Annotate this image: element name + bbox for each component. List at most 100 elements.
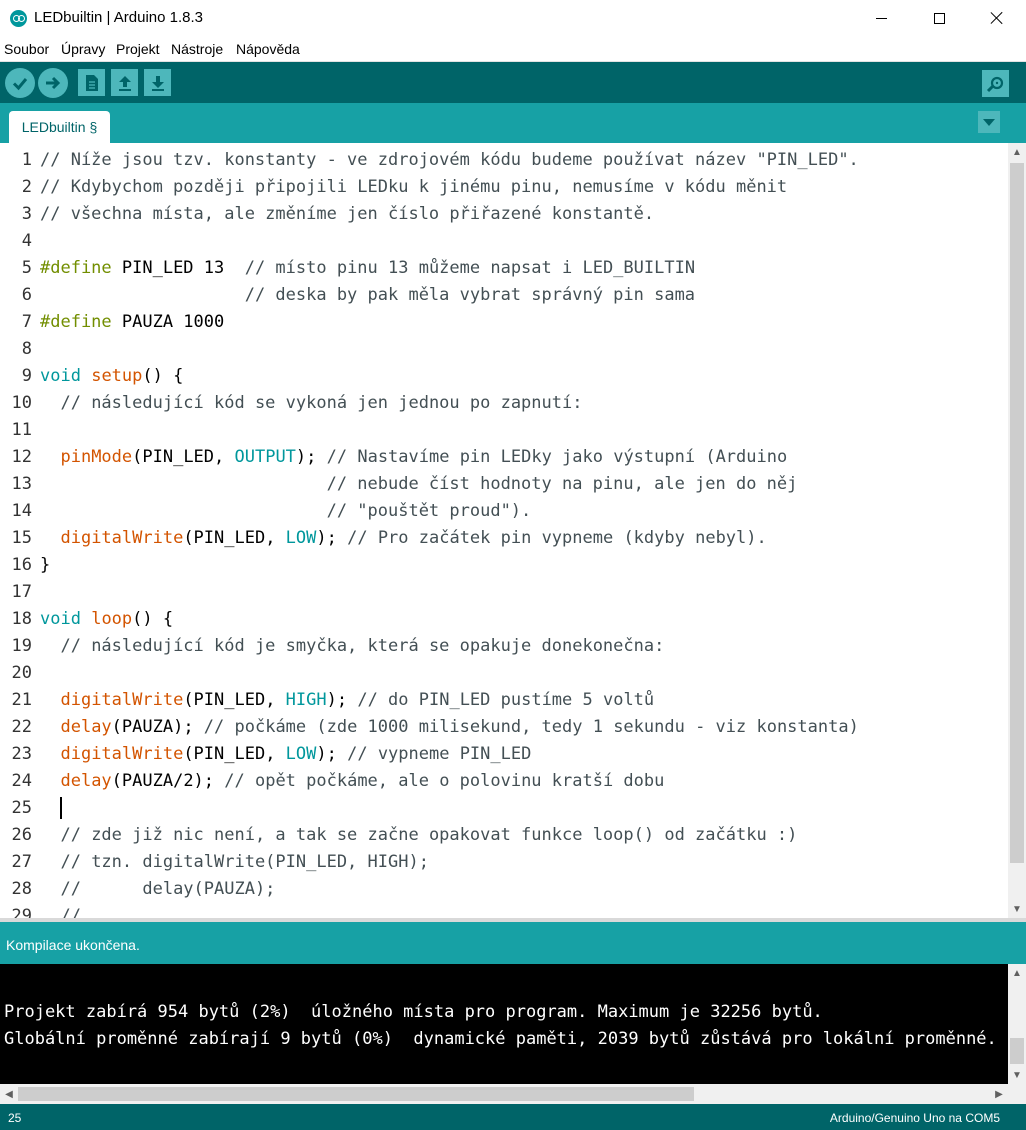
- code-line: // Kdybychom později připojili LEDku k j…: [40, 174, 1008, 201]
- tab-menu-button[interactable]: [978, 111, 1000, 133]
- code-token: (PIN_LED,: [183, 528, 286, 548]
- open-button[interactable]: [111, 69, 138, 96]
- scroll-thumb[interactable]: [18, 1087, 694, 1101]
- verify-button[interactable]: [5, 68, 35, 98]
- code-line: delay(PAUZA/2); // opět počkáme, ale o p…: [40, 768, 1008, 795]
- line-number: 21: [11, 690, 32, 710]
- console-horizontal-scrollbar[interactable]: ◀ ▶: [0, 1084, 1008, 1104]
- code-token: digitalWrite: [60, 528, 184, 548]
- code-token: (PAUZA/2);: [111, 771, 225, 791]
- code-line: #define PIN_LED 13 // místo pinu 13 může…: [40, 255, 1008, 282]
- line-number: 23: [11, 744, 32, 764]
- scroll-thumb[interactable]: [1010, 163, 1024, 863]
- code-line: //: [40, 903, 1008, 918]
- new-button[interactable]: [78, 69, 105, 96]
- scroll-up-icon[interactable]: ▲: [1008, 964, 1026, 982]
- code-token: );: [316, 528, 348, 548]
- bottom-status-bar: 25 Arduino/Genuino Uno na COM5: [0, 1104, 1026, 1130]
- scroll-left-icon[interactable]: ◀: [0, 1084, 18, 1104]
- line-number: 13: [11, 474, 32, 494]
- close-button[interactable]: [968, 0, 1026, 36]
- code-token: LOW: [285, 528, 317, 548]
- upload-button[interactable]: [38, 68, 68, 98]
- menu-projekt[interactable]: Projekt: [116, 41, 160, 57]
- line-number: 22: [11, 717, 32, 737]
- code-token: delay: [60, 717, 112, 737]
- code-token: // Pro začátek pin vypneme (kdyby nebyl)…: [347, 528, 767, 548]
- menu-bar: Soubor Úpravy Projekt Nástroje Nápověda: [0, 36, 1026, 62]
- scroll-thumb[interactable]: [1010, 1038, 1024, 1064]
- line-number: 26: [11, 825, 32, 845]
- code-line: // následující kód je smyčka, která se o…: [40, 633, 1008, 660]
- menu-soubor[interactable]: Soubor: [4, 41, 49, 57]
- scrollbar-corner: [1008, 1084, 1026, 1104]
- menu-nastroje[interactable]: Nástroje: [171, 41, 223, 57]
- line-number: 24: [11, 771, 32, 791]
- line-number: 29: [11, 906, 32, 918]
- code-token: () {: [142, 366, 184, 386]
- open-icon: [118, 75, 131, 91]
- current-line-number: 25: [8, 1111, 22, 1125]
- menu-upravy[interactable]: Úpravy: [61, 41, 105, 57]
- code-line: // všechna místa, ale změníme jen číslo …: [40, 201, 1008, 228]
- console-output[interactable]: Projekt zabírá 954 bytů (2%) úložného mí…: [0, 964, 1008, 1084]
- code-token: // opět počkáme, ale o polovinu kratší d…: [224, 771, 665, 791]
- minimize-button[interactable]: [852, 0, 910, 36]
- code-line: void loop() {: [40, 606, 1008, 633]
- line-number: 5: [21, 258, 32, 278]
- maximize-button[interactable]: [910, 0, 968, 36]
- code-token: setup: [91, 366, 143, 386]
- code-token: digitalWrite: [60, 690, 184, 710]
- code-line: // "pouštět proud").: [40, 498, 1008, 525]
- code-token: // tzn. digitalWrite(PIN_LED, HIGH);: [60, 852, 429, 872]
- code-token: // nebude číst hodnoty na pinu, ale jen …: [326, 474, 798, 494]
- code-line: digitalWrite(PIN_LED, LOW); // vypneme P…: [40, 741, 1008, 768]
- code-editor[interactable]: 1 2 3 4 5 6 7 8 9 10 11 12 13 14 15 16 17 18 19 20 21 22 23 24 2…: [0, 143, 1008, 918]
- arduino-logo-icon: [10, 10, 27, 27]
- code-token: LOW: [285, 744, 317, 764]
- line-number: 1: [21, 150, 32, 170]
- code-token: digitalWrite: [60, 744, 184, 764]
- line-number: 3: [21, 204, 32, 224]
- scroll-right-icon[interactable]: ▶: [990, 1084, 1008, 1104]
- menu-napoveda[interactable]: Nápověda: [236, 41, 300, 57]
- line-number: 12: [11, 447, 32, 467]
- serial-monitor-button[interactable]: [982, 70, 1009, 97]
- code-token: loop: [91, 609, 133, 629]
- save-button[interactable]: [144, 69, 171, 96]
- editor-vertical-scrollbar[interactable]: ▲ ▼: [1008, 143, 1026, 918]
- code-token: // všechna místa, ale změníme jen číslo …: [40, 204, 655, 224]
- scroll-down-icon[interactable]: ▼: [1008, 900, 1026, 918]
- line-number: 20: [11, 663, 32, 683]
- serial-monitor-icon: [986, 76, 1003, 92]
- line-number: 19: [11, 636, 32, 656]
- chevron-down-icon: [983, 118, 995, 126]
- line-number: 6: [21, 285, 32, 305]
- line-number: 9: [21, 366, 32, 386]
- tab-ledbuiltin[interactable]: LEDbuiltin §: [9, 111, 110, 143]
- scroll-down-icon[interactable]: ▼: [1008, 1066, 1026, 1084]
- code-token: void: [40, 609, 81, 629]
- console-vertical-scrollbar[interactable]: ▲ ▼: [1008, 964, 1026, 1084]
- code-token: // Nastavíme pin LEDky jako výstupní (Ar…: [326, 447, 788, 467]
- code-text-area[interactable]: // Níže jsou tzv. konstanty - ve zdrojov…: [40, 147, 1008, 918]
- code-line: // zde již nic není, a tak se začne opak…: [40, 822, 1008, 849]
- code-token: (PIN_LED,: [132, 447, 235, 467]
- code-line: void setup() {: [40, 363, 1008, 390]
- code-token: (PIN_LED,: [183, 690, 286, 710]
- save-icon: [151, 75, 164, 91]
- code-token: // počkáme (zde 1000 milisekund, tedy 1 …: [203, 717, 859, 737]
- code-token: () {: [132, 609, 174, 629]
- code-token: PAUZA 1000: [111, 312, 225, 332]
- scroll-up-icon[interactable]: ▲: [1008, 143, 1026, 161]
